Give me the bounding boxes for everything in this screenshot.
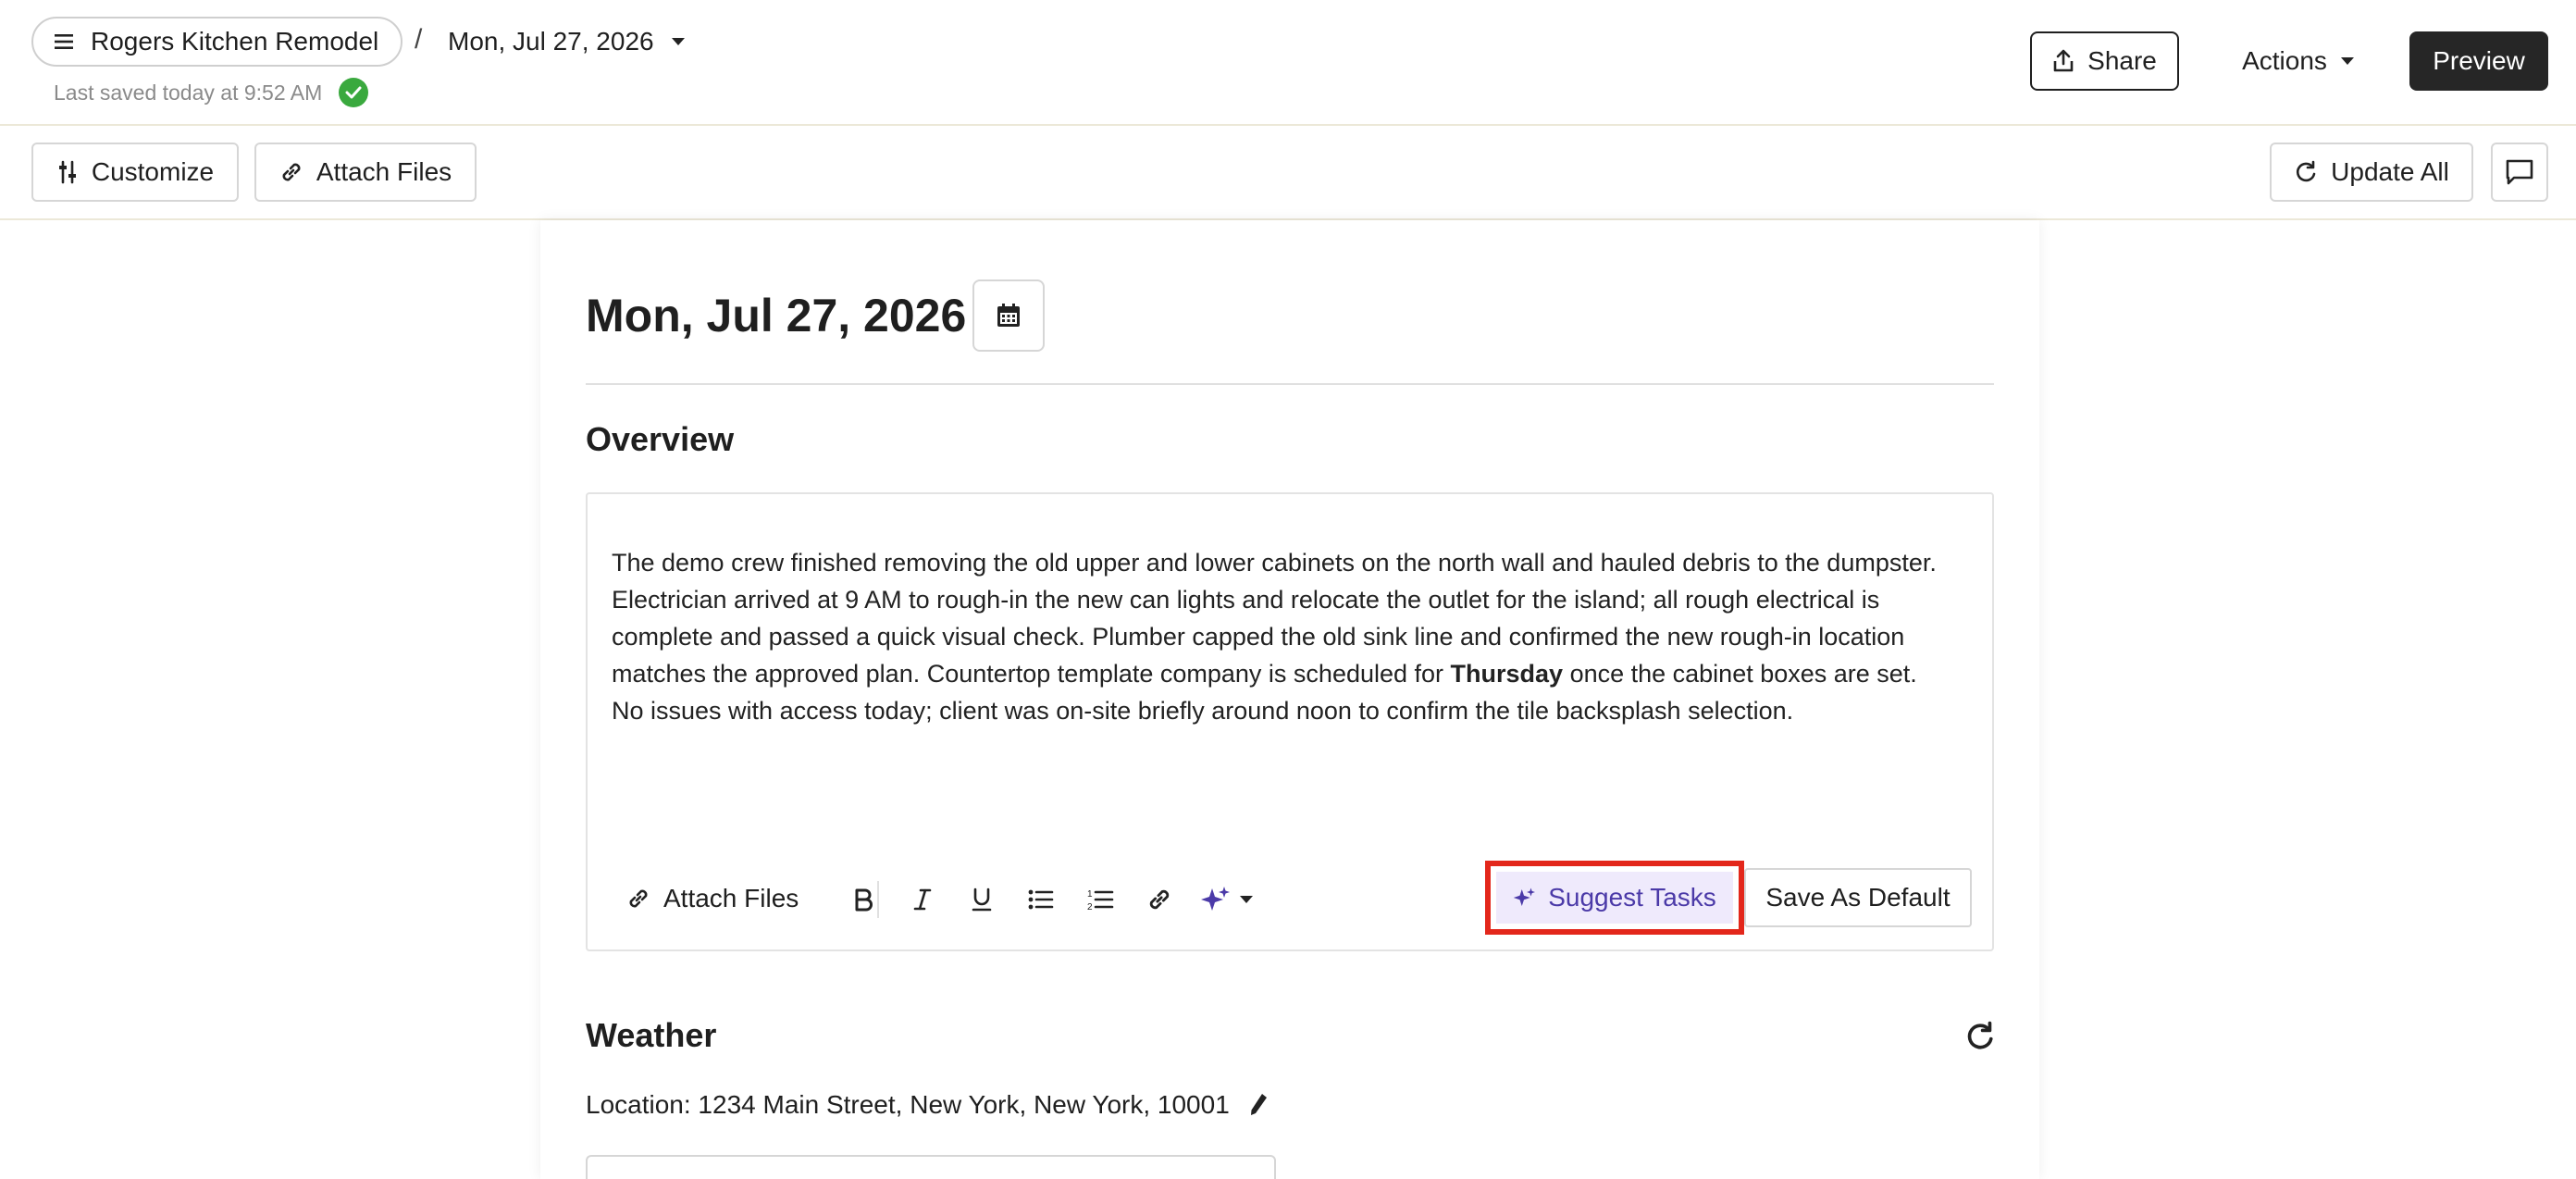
pencil-icon[interactable] [1248, 1092, 1269, 1118]
link-icon[interactable] [1141, 881, 1178, 918]
caret-down-icon [1240, 896, 1253, 903]
calendar-button[interactable] [972, 279, 1045, 352]
link-icon [629, 889, 648, 908]
top-bar: Rogers Kitchen Remodel / Mon, Jul 27, 20… [0, 0, 2576, 126]
project-name: Rogers Kitchen Remodel [91, 27, 379, 56]
weather-location: Location: 1234 Main Street, New York, Ne… [586, 1090, 1269, 1120]
suggest-tasks-highlight: Suggest Tasks [1485, 861, 1744, 935]
italic-icon[interactable] [904, 881, 941, 918]
editor-attach-files-button[interactable]: Attach Files [626, 868, 799, 929]
weather-title: Weather [586, 1016, 717, 1054]
ai-assist-dropdown[interactable] [1200, 881, 1267, 918]
comments-button[interactable] [2491, 143, 2548, 202]
bold-icon[interactable] [845, 881, 882, 918]
customize-button[interactable]: Customize [31, 143, 239, 202]
daily-report-document: Mon, Jul 27, 2026 Overview The demo crew… [540, 220, 2039, 1179]
numbered-list-icon[interactable]: 12 [1082, 881, 1119, 918]
share-icon [2053, 49, 2074, 72]
overview-text[interactable]: The demo crew finished removing the old … [612, 544, 1953, 729]
editor-attach-label: Attach Files [663, 884, 799, 912]
overview-editor[interactable]: The demo crew finished removing the old … [586, 492, 1994, 951]
share-label: Share [2087, 46, 2157, 75]
bulleted-list-icon[interactable] [1022, 881, 1059, 918]
refresh-icon [1967, 1021, 1993, 1049]
save-as-default-button[interactable]: Save As Default [1744, 868, 1972, 927]
check-circle-icon [339, 78, 369, 107]
overview-title: Overview [586, 420, 735, 458]
menu-icon [55, 34, 73, 49]
customize-label: Customize [91, 157, 215, 186]
underline-icon[interactable] [963, 881, 1000, 918]
svg-text:1: 1 [1087, 889, 1093, 900]
save-as-default-label: Save As Default [1765, 883, 1951, 912]
update-all-button[interactable]: Update All [2270, 143, 2473, 202]
sparkle-icon [1201, 887, 1230, 911]
caret-down-icon [671, 38, 685, 45]
svg-text:2: 2 [1087, 902, 1093, 912]
report-date-label: Mon, Jul 27, 2026 [448, 27, 654, 56]
refresh-icon [2297, 160, 2316, 182]
report-date-title: Mon, Jul 27, 2026 [586, 290, 967, 341]
weather-location-text: Location: 1234 Main Street, New York, Ne… [586, 1090, 1230, 1119]
suggest-tasks-label: Suggest Tasks [1548, 883, 1716, 912]
link-icon [282, 163, 301, 181]
sliders-icon [58, 160, 76, 184]
actions-label: Actions [2242, 46, 2327, 75]
preview-button[interactable]: Preview [2409, 31, 2548, 91]
report-date-dropdown[interactable]: Mon, Jul 27, 2026 [448, 17, 686, 67]
breadcrumb-separator: / [415, 24, 423, 55]
secondary-toolbar: Customize Attach Files Update All [0, 126, 2576, 220]
save-status: Last saved today at 9:52 AM [54, 78, 369, 107]
divider [586, 383, 1994, 385]
project-selector[interactable]: Rogers Kitchen Remodel [31, 17, 403, 67]
weather-card [586, 1155, 1276, 1179]
calendar-icon [997, 304, 1020, 327]
comment-icon [2506, 159, 2533, 185]
attach-files-button[interactable]: Attach Files [254, 143, 477, 202]
actions-dropdown[interactable]: Actions [2215, 31, 2382, 91]
share-button[interactable]: Share [2030, 31, 2179, 91]
save-status-text: Last saved today at 9:52 AM [54, 80, 323, 105]
preview-label: Preview [2433, 46, 2525, 75]
suggest-tasks-button[interactable]: Suggest Tasks [1496, 872, 1733, 924]
caret-down-icon [2340, 57, 2354, 65]
weather-refresh-button[interactable] [1962, 1018, 1999, 1055]
attach-files-label: Attach Files [316, 157, 452, 186]
sparkle-icon [1513, 887, 1536, 906]
update-all-label: Update All [2331, 157, 2449, 186]
